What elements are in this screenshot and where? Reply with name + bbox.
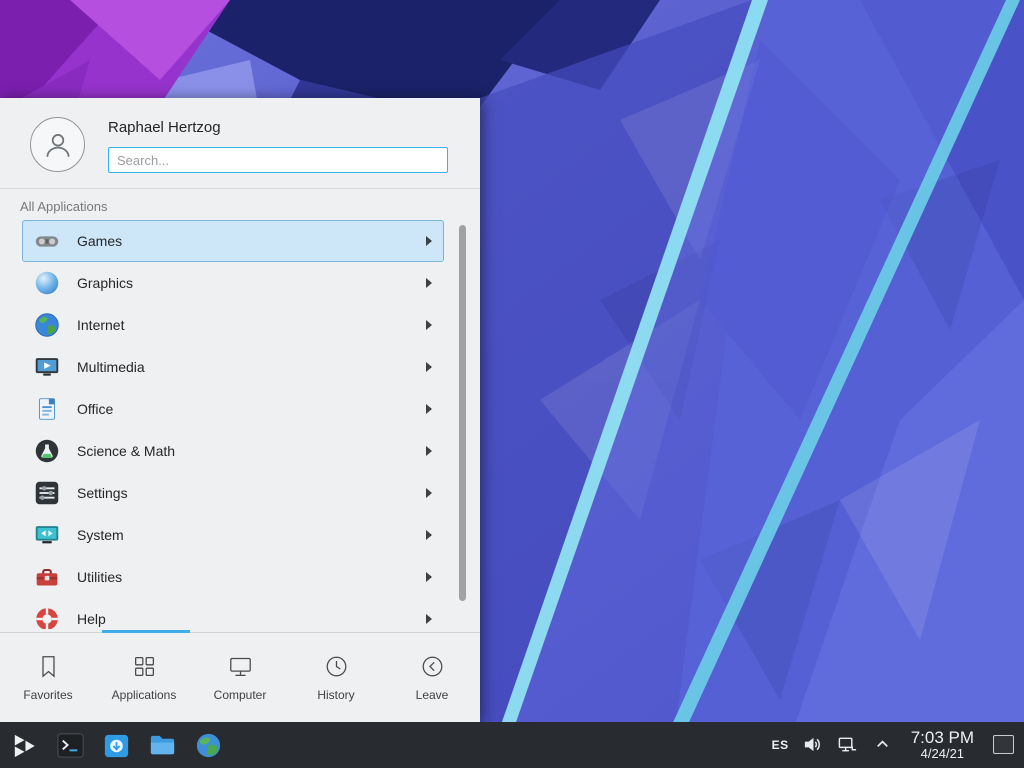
section-label: All Applications <box>20 199 480 214</box>
submenu-arrow-icon <box>426 614 432 624</box>
category-label: Multimedia <box>77 359 145 375</box>
keyboard-layout-indicator[interactable]: ES <box>772 738 789 752</box>
clock-date: 4/24/21 <box>921 747 964 761</box>
show-desktop-button[interactable] <box>993 735 1014 754</box>
category-label: Graphics <box>77 275 133 291</box>
gamepad-icon <box>32 226 62 256</box>
tab-history[interactable]: History <box>288 633 384 722</box>
category-label: System <box>77 527 124 543</box>
taskbar-panel: ES 7:03 PM 4/24/21 <box>0 722 1024 768</box>
system-monitor-icon <box>32 520 62 550</box>
category-office[interactable]: Office <box>22 388 444 430</box>
discover-icon[interactable] <box>100 729 133 762</box>
category-graphics[interactable]: Graphics <box>22 262 444 304</box>
category-science-math[interactable]: Science & Math <box>22 430 444 472</box>
leave-icon <box>419 653 446 680</box>
sliders-icon <box>32 478 62 508</box>
category-settings[interactable]: Settings <box>22 472 444 514</box>
tab-label: Computer <box>214 688 267 702</box>
volume-icon[interactable] <box>802 734 824 756</box>
submenu-arrow-icon <box>426 278 432 288</box>
launcher-header: Raphael Hertzog <box>0 98 480 188</box>
system-tray: ES 7:03 PM 4/24/21 <box>772 729 1016 762</box>
network-icon[interactable] <box>837 734 859 756</box>
search-input[interactable] <box>108 147 448 173</box>
flask-icon <box>32 436 62 466</box>
category-games[interactable]: Games <box>22 220 444 262</box>
digital-clock[interactable]: 7:03 PM 4/24/21 <box>907 729 978 762</box>
bookmark-icon <box>35 653 62 680</box>
category-help[interactable]: Help <box>22 598 444 629</box>
tab-favorites[interactable]: Favorites <box>0 633 96 722</box>
app-launcher-icon[interactable] <box>8 729 41 762</box>
terminal-icon[interactable] <box>54 729 87 762</box>
globe-icon <box>32 310 62 340</box>
web-browser-icon[interactable] <box>192 729 225 762</box>
document-icon <box>32 394 62 424</box>
submenu-arrow-icon <box>426 404 432 414</box>
grid-icon <box>131 653 158 680</box>
tab-applications[interactable]: Applications <box>96 633 192 722</box>
help-ring-icon <box>32 604 62 629</box>
submenu-arrow-icon <box>426 530 432 540</box>
application-category-list: Games Graphics Internet Multimedia <box>0 220 480 629</box>
clock-time: 7:03 PM <box>911 729 974 748</box>
category-label: Internet <box>77 317 124 333</box>
monitor-play-icon <box>32 352 62 382</box>
application-launcher-menu: Raphael Hertzog All Applications Games G… <box>0 98 480 722</box>
toolbox-icon <box>32 562 62 592</box>
category-multimedia[interactable]: Multimedia <box>22 346 444 388</box>
submenu-arrow-icon <box>426 488 432 498</box>
user-name: Raphael Hertzog <box>108 119 221 136</box>
category-label: Settings <box>77 485 128 501</box>
tab-leave[interactable]: Leave <box>384 633 480 722</box>
file-manager-icon[interactable] <box>146 729 179 762</box>
active-tab-indicator <box>102 630 190 633</box>
category-internet[interactable]: Internet <box>22 304 444 346</box>
tab-label: Leave <box>416 688 449 702</box>
expand-tray-icon[interactable] <box>872 734 894 756</box>
submenu-arrow-icon <box>426 320 432 330</box>
category-label: Help <box>77 611 106 627</box>
submenu-arrow-icon <box>426 446 432 456</box>
tab-computer[interactable]: Computer <box>192 633 288 722</box>
category-label: Science & Math <box>77 443 175 459</box>
clock-icon <box>323 653 350 680</box>
launcher-footer: Favorites Applications Computer History <box>0 632 480 722</box>
submenu-arrow-icon <box>426 572 432 582</box>
tab-label: History <box>317 688 354 702</box>
submenu-arrow-icon <box>426 362 432 372</box>
category-utilities[interactable]: Utilities <box>22 556 444 598</box>
list-scrollbar[interactable] <box>459 225 466 601</box>
category-label: Office <box>77 401 113 417</box>
submenu-arrow-icon <box>426 236 432 246</box>
header-divider <box>0 188 480 189</box>
category-label: Utilities <box>77 569 122 585</box>
tab-label: Favorites <box>23 688 72 702</box>
graphics-orb-icon <box>32 268 62 298</box>
tab-label: Applications <box>112 688 177 702</box>
user-avatar[interactable] <box>30 117 85 172</box>
category-label: Games <box>77 233 122 249</box>
category-system[interactable]: System <box>22 514 444 556</box>
user-icon <box>41 128 75 162</box>
computer-icon <box>227 653 254 680</box>
